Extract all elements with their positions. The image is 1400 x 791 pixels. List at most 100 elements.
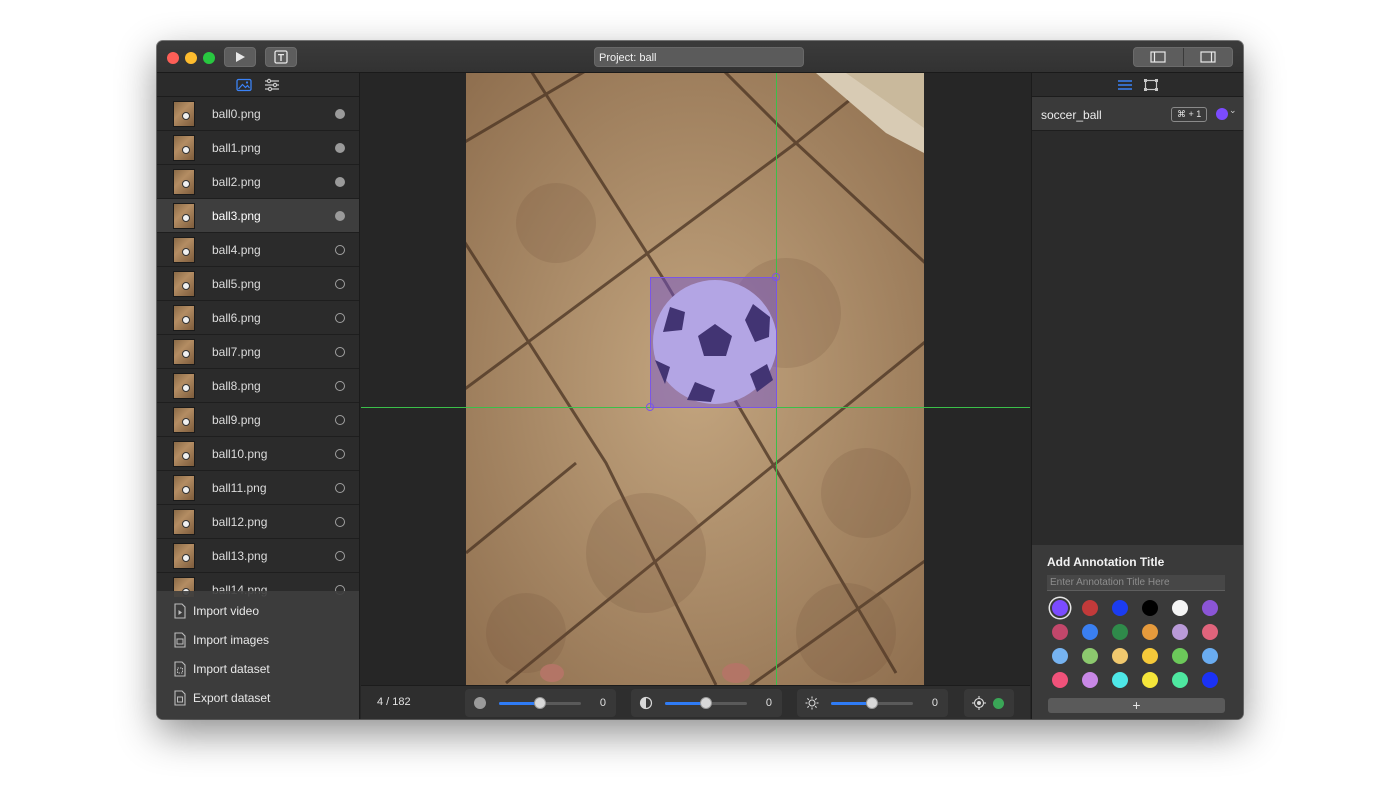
- file-row[interactable]: ball3.png: [157, 199, 359, 233]
- file-row[interactable]: ball10.png: [157, 437, 359, 471]
- annotated-status-dot: [335, 109, 345, 119]
- import-video-item[interactable]: Import video: [173, 601, 259, 621]
- color-swatch[interactable]: [1172, 672, 1188, 688]
- import-dataset-item[interactable]: Import dataset: [173, 659, 270, 679]
- toggle-left-panel-button[interactable]: [1134, 48, 1184, 66]
- contrast-value: 0: [765, 697, 772, 709]
- export-file-icon: [174, 690, 186, 706]
- export-dataset-item[interactable]: Export dataset: [173, 688, 270, 708]
- image-counter: 4 / 182: [377, 696, 411, 708]
- export-dataset-label: Export dataset: [193, 691, 271, 705]
- app-window: Project: ball ball0.png ball1.png ball2.…: [157, 41, 1243, 719]
- add-annotation-panel: Add Annotation Title +: [1032, 545, 1243, 719]
- file-name: ball3.png: [212, 208, 261, 223]
- exposure-icon: [474, 697, 486, 709]
- brightness-slider-knob[interactable]: [866, 697, 878, 709]
- color-swatch[interactable]: [1112, 672, 1128, 688]
- train-button[interactable]: [265, 47, 297, 67]
- brightness-control: 0: [797, 689, 948, 717]
- color-swatch[interactable]: [1142, 624, 1158, 640]
- color-swatch[interactable]: [1202, 648, 1218, 664]
- image-icon[interactable]: [236, 78, 252, 92]
- contrast-control: 0: [631, 689, 782, 717]
- import-dataset-label: Import dataset: [193, 662, 270, 676]
- unannotated-status-circle: [335, 347, 345, 357]
- close-window-button[interactable]: [167, 52, 179, 64]
- annotated-status-dot: [335, 211, 345, 221]
- color-swatch[interactable]: [1202, 624, 1218, 640]
- label-color-swatch[interactable]: [1216, 108, 1228, 120]
- exposure-slider-knob[interactable]: [534, 697, 546, 709]
- dataset-file-icon: [174, 661, 186, 677]
- color-swatch[interactable]: [1082, 672, 1098, 688]
- file-name: ball12.png: [212, 514, 268, 529]
- exposure-value: 0: [599, 697, 606, 709]
- file-row[interactable]: ball1.png: [157, 131, 359, 165]
- file-row[interactable]: ball9.png: [157, 403, 359, 437]
- file-thumbnail: [173, 305, 195, 331]
- right-sidebar-icon: [1200, 51, 1216, 63]
- file-name: ball1.png: [212, 140, 261, 155]
- import-images-label: Import images: [193, 633, 270, 647]
- bounding-box-icon[interactable]: [1143, 78, 1159, 92]
- file-row[interactable]: ball13.png: [157, 539, 359, 573]
- annotated-status-dot: [335, 143, 345, 153]
- file-row[interactable]: ball12.png: [157, 505, 359, 539]
- file-name: ball6.png: [212, 310, 261, 325]
- file-row[interactable]: ball7.png: [157, 335, 359, 369]
- bbox-handle-bottom-left[interactable]: [646, 403, 654, 411]
- color-swatch[interactable]: [1142, 648, 1158, 664]
- target-icon[interactable]: [972, 696, 986, 710]
- text-frame-icon: [274, 50, 288, 64]
- bounding-box-soccer-ball[interactable]: [650, 277, 777, 408]
- play-button[interactable]: [224, 47, 256, 67]
- import-images-item[interactable]: Import images: [173, 630, 269, 650]
- bbox-handle-top-right[interactable]: [772, 273, 780, 281]
- minimize-window-button[interactable]: [185, 52, 197, 64]
- color-swatch[interactable]: [1052, 648, 1068, 664]
- color-swatch[interactable]: [1112, 600, 1128, 616]
- list-icon[interactable]: [1117, 78, 1133, 92]
- color-swatch[interactable]: [1052, 672, 1068, 688]
- image-canvas[interactable]: [361, 73, 1030, 685]
- color-swatch[interactable]: [1112, 648, 1128, 664]
- annotation-title-input[interactable]: [1047, 575, 1225, 591]
- file-row[interactable]: ball6.png: [157, 301, 359, 335]
- color-swatch[interactable]: [1172, 624, 1188, 640]
- color-swatch[interactable]: [1142, 600, 1158, 616]
- file-thumbnail: [173, 407, 195, 433]
- color-swatch[interactable]: [1202, 600, 1218, 616]
- toggle-right-panel-button[interactable]: [1184, 48, 1233, 66]
- file-row[interactable]: ball2.png: [157, 165, 359, 199]
- file-row[interactable]: ball11.png: [157, 471, 359, 505]
- color-swatch[interactable]: [1172, 648, 1188, 664]
- unannotated-status-circle: [335, 449, 345, 459]
- color-swatch[interactable]: [1202, 672, 1218, 688]
- zoom-window-button[interactable]: [203, 52, 215, 64]
- unannotated-status-circle: [335, 483, 345, 493]
- file-name: ball8.png: [212, 378, 261, 393]
- color-swatch[interactable]: [1082, 648, 1098, 664]
- color-swatch[interactable]: [1082, 624, 1098, 640]
- contrast-slider-knob[interactable]: [700, 697, 712, 709]
- color-swatch[interactable]: [1082, 600, 1098, 616]
- color-swatch[interactable]: [1052, 624, 1068, 640]
- color-swatch[interactable]: [1112, 624, 1128, 640]
- file-row[interactable]: ball4.png: [157, 233, 359, 267]
- project-title-field[interactable]: Project: ball: [594, 47, 804, 67]
- color-swatch[interactable]: [1142, 672, 1158, 688]
- file-thumbnail: [173, 135, 195, 161]
- title-bar: Project: ball: [157, 41, 1243, 73]
- color-swatch[interactable]: [1052, 600, 1068, 616]
- label-row-soccer-ball[interactable]: soccer_ball ⌘ + 1 ⌄: [1032, 97, 1243, 131]
- file-row[interactable]: ball8.png: [157, 369, 359, 403]
- color-swatch[interactable]: [1172, 600, 1188, 616]
- unannotated-status-circle: [335, 279, 345, 289]
- file-thumbnail: [173, 271, 195, 297]
- file-row[interactable]: ball5.png: [157, 267, 359, 301]
- file-row[interactable]: ball0.png: [157, 97, 359, 131]
- add-annotation-button[interactable]: +: [1048, 698, 1225, 713]
- right-panel-tabs: [1032, 73, 1243, 97]
- sliders-icon[interactable]: [264, 78, 280, 92]
- chevron-down-icon[interactable]: ⌄: [1229, 105, 1237, 116]
